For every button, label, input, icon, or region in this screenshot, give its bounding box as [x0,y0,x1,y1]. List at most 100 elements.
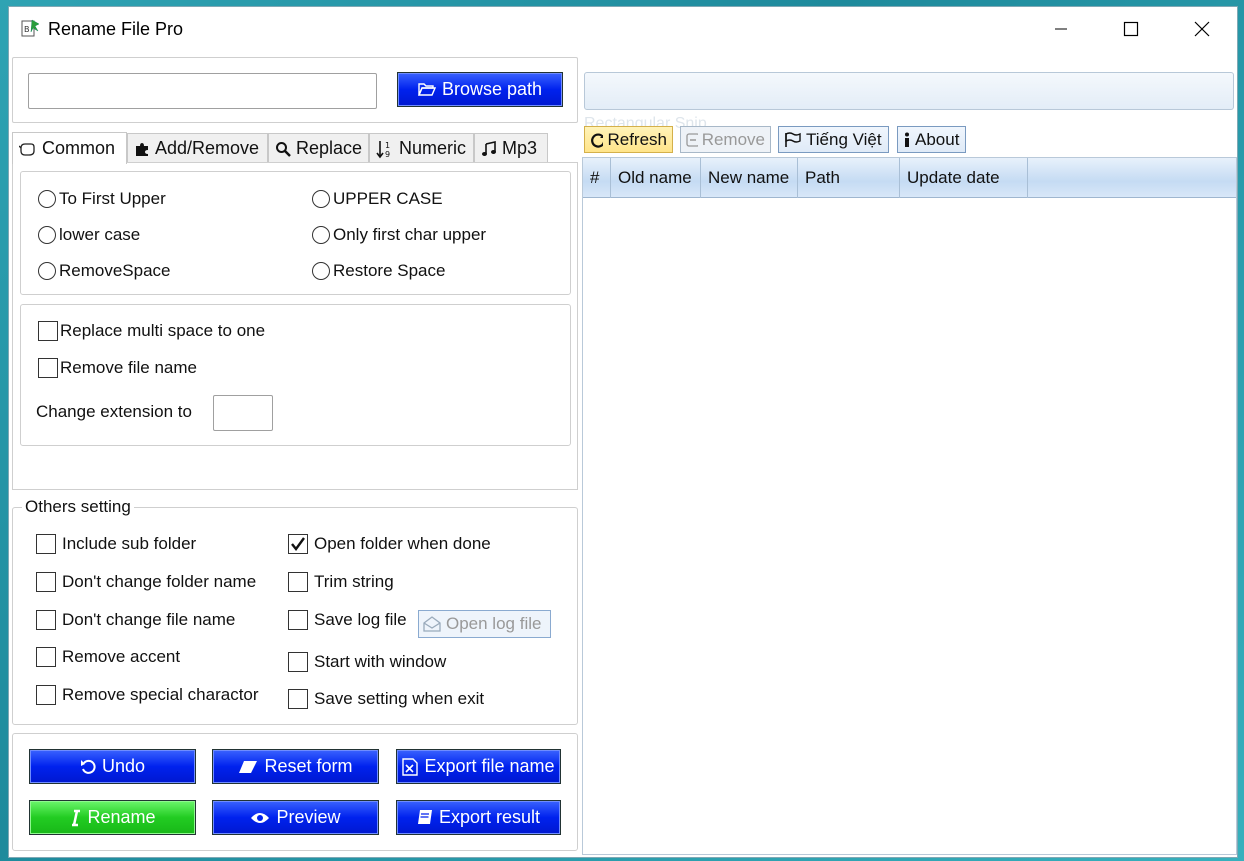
checkbox-dont-change-folder[interactable]: Don't change folder name [36,572,256,592]
radio-only-first-char-upper[interactable]: Only first char upper [312,225,486,245]
radio-label: Restore Space [333,261,446,280]
tab-mp3[interactable]: Mp3 [474,133,548,163]
maximize-button[interactable] [1096,7,1166,51]
tab-numeric[interactable]: 19 Numeric [369,133,474,163]
info-icon [905,132,909,147]
path-input[interactable] [28,73,377,109]
checkbox-box [288,689,308,709]
checkbox-start-with-window[interactable]: Start with window [288,652,446,672]
radio-circle [38,190,56,208]
checkbox-label: Trim string [314,572,394,591]
minus-square-icon [686,132,698,147]
checkbox-box [36,647,56,667]
window-title: Rename File Pro [48,19,184,39]
svg-text:1: 1 [385,141,390,150]
radio-circle [312,262,330,280]
column-header-old-name[interactable]: Old name [611,158,701,198]
checkbox-box [288,534,308,554]
radio-label: UPPER CASE [333,189,443,208]
tab-replace[interactable]: Replace [268,133,369,163]
radio-circle [38,226,56,244]
column-header-update-date[interactable]: Update date [900,158,1028,198]
checkbox-remove-special[interactable]: Remove special charactor [36,685,259,705]
browse-path-button[interactable]: Browse path [397,72,563,107]
envelope-open-icon [423,616,441,632]
tab-add-remove-label: Add/Remove [155,138,260,158]
tab-replace-label: Replace [295,138,362,158]
others-setting-legend: Others setting [22,497,134,517]
file-grid[interactable]: # Old name New name Path Update date [582,157,1237,855]
export-result-button[interactable]: Export result [396,800,561,835]
excel-file-icon [402,757,419,776]
checkbox-save-setting-on-exit[interactable]: Save setting when exit [288,689,484,709]
i-cursor-icon [72,809,81,826]
folder-open-icon [417,83,436,96]
radio-remove-space[interactable]: RemoveSpace [38,261,171,281]
app-window: B Rename File Pro Browse path Common Add… [8,6,1238,858]
radio-label: Only first char upper [333,225,487,244]
export-result-label: Export result [438,807,541,827]
action-buttons-group: Undo Reset form Export file name Rename … [12,733,578,851]
rename-button[interactable]: Rename [29,800,196,835]
checkbox-box [288,652,308,672]
svg-text:9: 9 [385,150,390,159]
column-label: # [590,168,600,187]
column-label: Old name [618,168,692,187]
checkbox-box [36,572,56,592]
tab-common[interactable]: Common [12,132,127,164]
language-label: Tiếng Việt [806,129,882,149]
refresh-icon [591,132,604,148]
svg-text:B: B [24,25,30,34]
eraser-icon [239,760,258,773]
preview-button[interactable]: Preview [212,800,379,835]
radio-label: lower case [59,225,141,244]
checkbox-box [38,358,58,378]
checkbox-remove-accent[interactable]: Remove accent [36,647,180,667]
checkbox-dont-change-file[interactable]: Don't change file name [36,610,235,630]
tab-mp3-label: Mp3 [502,138,538,158]
radio-restore-space[interactable]: Restore Space [312,261,445,281]
checkbox-label: Save log file [314,610,407,629]
column-label: Path [805,168,840,187]
tab-common-label: Common [42,138,116,158]
checkbox-replace-multi-space[interactable]: Replace multi space to one [38,321,265,341]
export-file-name-button[interactable]: Export file name [396,749,561,784]
checkbox-remove-file-name[interactable]: Remove file name [38,358,197,378]
puzzle-icon [136,142,148,156]
column-header-index[interactable]: # [583,158,611,198]
checkbox-trim-string[interactable]: Trim string [288,572,394,592]
tab-add-remove[interactable]: Add/Remove [127,133,268,163]
close-icon [1194,21,1210,37]
close-button[interactable] [1167,7,1237,51]
minimize-button[interactable] [1026,7,1096,51]
column-header-new-name[interactable]: New name [701,158,798,198]
column-header-path[interactable]: Path [798,158,900,198]
about-button[interactable]: About [897,126,966,153]
radio-upper-case[interactable]: UPPER CASE [312,189,443,209]
checkbox-box [288,610,308,630]
radio-to-first-upper[interactable]: To First Upper [38,189,166,209]
undo-button[interactable]: Undo [29,749,196,784]
radio-circle [312,190,330,208]
remove-label: Remove [701,129,765,149]
refresh-button[interactable]: Refresh [584,126,673,153]
radio-lower-case[interactable]: lower case [38,225,140,245]
radio-circle [312,226,330,244]
reset-form-label: Reset form [264,756,353,776]
tab-numeric-label: Numeric [399,138,467,158]
change-extension-input[interactable] [213,395,273,431]
checkbox-include-sub-folder[interactable]: Include sub folder [36,534,196,554]
checkbox-open-folder-when-done[interactable]: Open folder when done [288,534,491,554]
flag-icon [785,131,801,147]
open-log-file-button[interactable]: Open log file [418,610,551,638]
checkmark-icon [291,537,305,551]
remove-button[interactable]: Remove [680,126,771,153]
rename-label: Rename [87,807,156,827]
checkbox-label: Don't change file name [62,610,236,629]
refresh-label: Refresh [607,129,667,149]
hand-icon [19,142,35,156]
language-button[interactable]: Tiếng Việt [778,126,889,153]
checkbox-save-log-file[interactable]: Save log file [288,610,407,630]
path-group: Browse path [12,57,578,123]
reset-form-button[interactable]: Reset form [212,749,379,784]
